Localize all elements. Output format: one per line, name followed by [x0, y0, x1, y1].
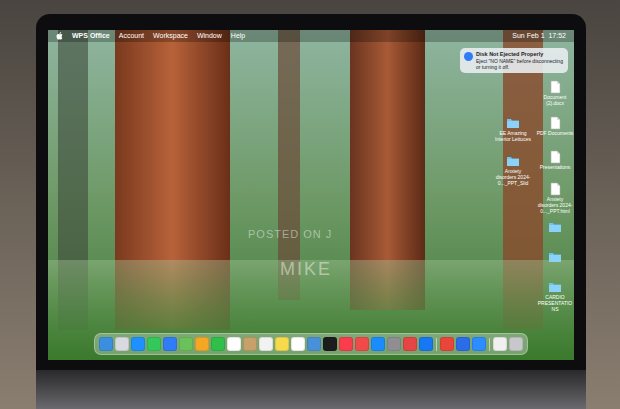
- dock-app-icon[interactable]: [227, 337, 241, 351]
- dock-app-icon[interactable]: [131, 337, 145, 351]
- desktop-icon[interactable]: PDF Documents: [536, 116, 574, 137]
- menu-item[interactable]: Help: [231, 31, 245, 42]
- desktop-icon[interactable]: CARDIO PRESENTATIONS: [536, 280, 574, 312]
- desktop-icon-label[interactable]: Anxiety disorders 2024-0..._PPT.html: [536, 197, 574, 214]
- desktop-icon[interactable]: Presentations: [536, 150, 574, 171]
- dock-app-icon[interactable]: [355, 337, 369, 351]
- disk-icon: [464, 52, 473, 61]
- document-icon[interactable]: [548, 150, 562, 164]
- dock-app-icon[interactable]: [456, 337, 470, 351]
- folder-icon[interactable]: [506, 116, 520, 130]
- dock-app-icon[interactable]: [472, 337, 486, 351]
- menu-item[interactable]: Window: [197, 31, 222, 42]
- desktop-icon[interactable]: EE Amazing Interior Lettuces: [494, 116, 532, 143]
- dock-app-icon[interactable]: [493, 337, 507, 351]
- apple-logo-icon[interactable]: [56, 32, 63, 40]
- folder-icon[interactable]: [548, 220, 562, 234]
- folder-icon[interactable]: [548, 250, 562, 264]
- dock-app-icon[interactable]: [243, 337, 257, 351]
- notification-text: Eject "NO NAME" before disconnecting or …: [476, 58, 564, 70]
- menu-item[interactable]: Workspace: [153, 31, 188, 42]
- dock-separator: [489, 338, 490, 351]
- desktop-icon-label[interactable]: Presentations: [536, 165, 574, 171]
- desktop-icon[interactable]: Document (2).docx: [536, 80, 574, 107]
- notification-title: Disk Not Ejected Properly: [476, 51, 564, 58]
- laptop-bezel: WPS Office Account Workspace Window Help Sun …: [36, 14, 586, 370]
- desktop-icon[interactable]: Anxiety disorders 2024-0..._PPT.html: [536, 182, 574, 214]
- desktop-icon[interactable]: [536, 250, 574, 264]
- dock-app-icon[interactable]: [419, 337, 433, 351]
- dock-app-icon[interactable]: [291, 337, 305, 351]
- dock-app-icon[interactable]: [179, 337, 193, 351]
- dock: [94, 333, 528, 355]
- dock-app-icon[interactable]: [307, 337, 321, 351]
- dock-app-icon[interactable]: [99, 337, 113, 351]
- dock-app-icon[interactable]: [115, 337, 129, 351]
- desktop-icon-label[interactable]: Anxiety disorders 2024-0..._PPT_Slid: [494, 169, 532, 186]
- dock-app-icon[interactable]: [259, 337, 273, 351]
- dock-app-icon[interactable]: [403, 337, 417, 351]
- dock-separator: [436, 338, 437, 351]
- watermark-text: MIKE: [280, 256, 332, 283]
- wallpaper: [48, 30, 574, 360]
- desktop-icon-label[interactable]: PDF Documents: [536, 131, 574, 137]
- dock-app-icon[interactable]: [195, 337, 209, 351]
- document-icon[interactable]: [548, 116, 562, 130]
- dock-app-icon[interactable]: [509, 337, 523, 351]
- dock-app-icon[interactable]: [440, 337, 454, 351]
- dock-app-icon[interactable]: [275, 337, 289, 351]
- desktop-icon-label[interactable]: CARDIO PRESENTATIONS: [536, 295, 574, 312]
- dock-app-icon[interactable]: [387, 337, 401, 351]
- document-icon[interactable]: [548, 80, 562, 94]
- laptop-base: [36, 370, 586, 409]
- notification-body: Disk Not Ejected ProperlyEject "NO NAME"…: [476, 51, 564, 70]
- dock-app-icon[interactable]: [339, 337, 353, 351]
- menu-bar: WPS Office Account Workspace Window Help Sun …: [48, 30, 574, 42]
- desktop-icon[interactable]: [536, 220, 574, 234]
- notification[interactable]: Disk Not Ejected ProperlyEject "NO NAME"…: [460, 48, 568, 73]
- desktop-icon[interactable]: Anxiety disorders 2024-0..._PPT_Slid: [494, 154, 532, 186]
- menu-item[interactable]: Account: [119, 31, 144, 42]
- folder-icon[interactable]: [548, 280, 562, 294]
- document-icon[interactable]: [548, 182, 562, 196]
- desktop-screen: WPS Office Account Workspace Window Help Sun …: [48, 30, 574, 360]
- dock-app-icon[interactable]: [371, 337, 385, 351]
- dock-app-icon[interactable]: [163, 337, 177, 351]
- app-menu[interactable]: WPS Office: [72, 31, 110, 42]
- folder-icon[interactable]: [506, 154, 520, 168]
- dock-app-icon[interactable]: [147, 337, 161, 351]
- dock-app-icon[interactable]: [211, 337, 225, 351]
- watermark-text: POSTED ON J: [248, 226, 332, 243]
- desktop-icon-label[interactable]: Document (2).docx: [536, 95, 574, 107]
- clock[interactable]: Sun Feb 1 17:52: [512, 31, 566, 42]
- desktop-icon-label[interactable]: EE Amazing Interior Lettuces: [494, 131, 532, 143]
- dock-app-icon[interactable]: [323, 337, 337, 351]
